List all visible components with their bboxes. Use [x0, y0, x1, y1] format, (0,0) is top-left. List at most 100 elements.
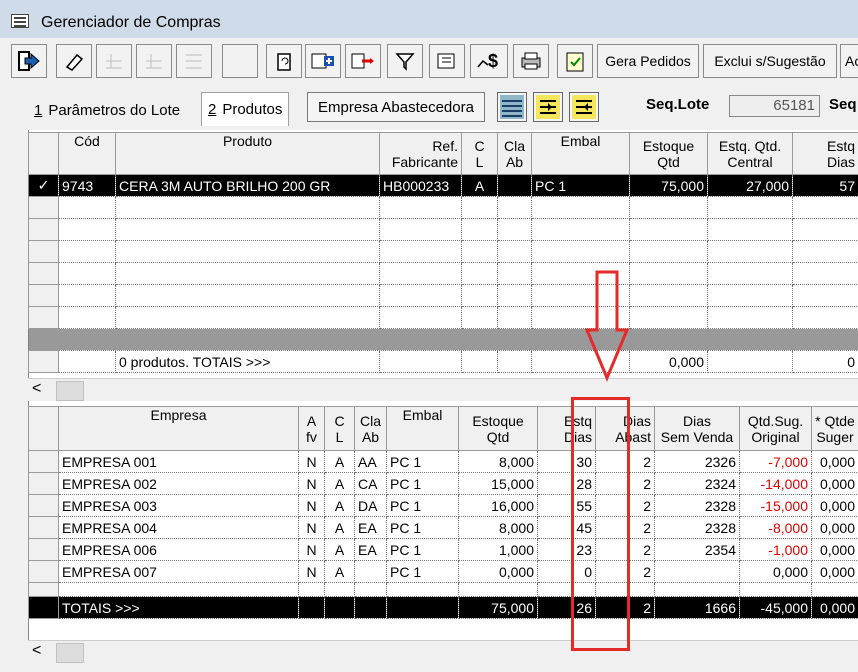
- cell-cla-ab[interactable]: DA: [354, 494, 387, 517]
- company-row[interactable]: EMPRESA 002 N A CA PC 1 15,000 28 2 2324…: [28, 472, 858, 495]
- cell-embal[interactable]: PC 1: [386, 538, 459, 561]
- add-button[interactable]: [305, 44, 341, 78]
- cell-empresa[interactable]: EMPRESA 006: [58, 538, 299, 561]
- cell-empresa[interactable]: EMPRESA 007: [58, 560, 299, 583]
- cell-estoque[interactable]: 1,000: [458, 538, 538, 561]
- cell-dias-sem-venda[interactable]: 2326: [654, 450, 740, 473]
- tab-produtos[interactable]: 2 Produtos: [201, 92, 290, 126]
- cell-empresa[interactable]: EMPRESA 001: [58, 450, 299, 473]
- partial-row[interactable]: [28, 582, 858, 597]
- cell-qtd-sug[interactable]: 0,000: [739, 560, 812, 583]
- money-button[interactable]: $: [470, 44, 508, 78]
- empty-row[interactable]: [28, 306, 858, 329]
- company-row[interactable]: EMPRESA 001 N A AA PC 1 8,000 30 2 2326 …: [28, 450, 858, 473]
- col-cla-ab[interactable]: Cla Ab: [354, 406, 387, 451]
- refresh-button[interactable]: [266, 44, 302, 78]
- col-empresa[interactable]: Empresa: [58, 406, 299, 451]
- cell-cla-ab[interactable]: [497, 174, 532, 197]
- cell-ref[interactable]: HB000233: [379, 174, 462, 197]
- clear-button[interactable]: [56, 44, 92, 78]
- empresa-abastecedora-button[interactable]: Empresa Abastecedora: [307, 92, 485, 122]
- company-row[interactable]: EMPRESA 004 N A EA PC 1 8,000 45 2 2328 …: [28, 516, 858, 539]
- cell-dias-sem-venda[interactable]: 2328: [654, 516, 740, 539]
- cell-cl[interactable]: A: [324, 450, 355, 473]
- cell-estoque[interactable]: 75,000: [629, 174, 708, 197]
- cell-afv[interactable]: N: [298, 538, 325, 561]
- col-estoque-qtd[interactable]: Estoque Qtd: [458, 406, 538, 451]
- cell-qtd-sug[interactable]: -14,000: [739, 472, 812, 495]
- col-qtde-suger[interactable]: * Qtde Suger: [811, 406, 858, 451]
- more-button[interactable]: Ac: [840, 44, 858, 78]
- cell-qtd-sug[interactable]: -15,000: [739, 494, 812, 517]
- cell-estoque[interactable]: 15,000: [458, 472, 538, 495]
- cell-embal[interactable]: PC 1: [386, 494, 459, 517]
- cell-cl[interactable]: A: [324, 494, 355, 517]
- disabled-button-3[interactable]: [176, 44, 212, 78]
- bottom-horizontal-scrollbar[interactable]: <: [28, 640, 858, 663]
- cell-cl[interactable]: A: [324, 538, 355, 561]
- cell-qtd-sug[interactable]: -1,000: [739, 538, 812, 561]
- cell-embal[interactable]: PC 1: [386, 516, 459, 539]
- expand-button[interactable]: [533, 92, 563, 122]
- cell-qtde-suger[interactable]: 0,000: [811, 516, 858, 539]
- cell-embal[interactable]: PC 1: [386, 560, 459, 583]
- cell-embal[interactable]: PC 1: [386, 472, 459, 495]
- col-afv[interactable]: A fv: [298, 406, 325, 451]
- col-estq-dias[interactable]: Estq Dias: [792, 132, 858, 175]
- cell-qtde-suger[interactable]: 0,000: [811, 450, 858, 473]
- cell-qtd-sug[interactable]: -7,000: [739, 450, 812, 473]
- cell-cl[interactable]: A: [324, 560, 355, 583]
- cell-estoque[interactable]: 16,000: [458, 494, 538, 517]
- empty-row[interactable]: [28, 240, 858, 263]
- scroll-left-icon[interactable]: <: [32, 380, 41, 398]
- company-row[interactable]: EMPRESA 007 N A PC 1 0,000 0 2 0,000 0,0…: [28, 560, 858, 583]
- tab-parametros-lote[interactable]: 1 Parâmetros do Lote: [28, 96, 186, 124]
- collapse-button[interactable]: [569, 92, 599, 122]
- cell-afv[interactable]: N: [298, 472, 325, 495]
- empty-row[interactable]: [28, 262, 858, 285]
- scroll-thumb[interactable]: [56, 381, 84, 401]
- empty-row[interactable]: [28, 218, 858, 241]
- col-ref-fabricante[interactable]: Ref. Fabricante: [379, 132, 462, 175]
- col-embal[interactable]: Embal: [531, 132, 630, 175]
- col-cl[interactable]: C L: [324, 406, 355, 451]
- checklist-button[interactable]: [557, 44, 593, 78]
- col-estoque-qtd[interactable]: Estoque Qtd: [629, 132, 708, 175]
- col-embal[interactable]: Embal: [386, 406, 459, 451]
- cell-cla-ab[interactable]: EA: [354, 538, 387, 561]
- col-produto[interactable]: Produto: [115, 132, 380, 175]
- scroll-thumb[interactable]: [56, 643, 84, 663]
- company-row[interactable]: EMPRESA 006 N A EA PC 1 1,000 23 2 2354 …: [28, 538, 858, 561]
- disabled-button-1[interactable]: [96, 44, 132, 78]
- cell-cla-ab[interactable]: CA: [354, 472, 387, 495]
- cell-qtd-sug[interactable]: -8,000: [739, 516, 812, 539]
- blank-button[interactable]: [222, 44, 258, 78]
- cell-qtde-suger[interactable]: 0,000: [811, 472, 858, 495]
- cell-cod[interactable]: 9743: [58, 174, 116, 197]
- col-dias-sem-venda[interactable]: Dias Sem Venda: [654, 406, 740, 451]
- empty-row[interactable]: [28, 284, 858, 307]
- cell-cl[interactable]: A: [324, 472, 355, 495]
- cell-cl[interactable]: A: [461, 174, 498, 197]
- exclui-sugestao-button[interactable]: Exclui s/Sugestão: [703, 44, 837, 78]
- cell-estoque[interactable]: 8,000: [458, 516, 538, 539]
- cell-cl[interactable]: A: [324, 516, 355, 539]
- cell-afv[interactable]: N: [298, 560, 325, 583]
- cell-cla-ab[interactable]: [354, 560, 387, 583]
- company-row[interactable]: EMPRESA 003 N A DA PC 1 16,000 55 2 2328…: [28, 494, 858, 517]
- cell-estoque[interactable]: 0,000: [458, 560, 538, 583]
- cell-afv[interactable]: N: [298, 516, 325, 539]
- cell-produto[interactable]: CERA 3M AUTO BRILHO 200 GR: [115, 174, 380, 197]
- cell-qtde-suger[interactable]: 0,000: [811, 560, 858, 583]
- cell-cla-ab[interactable]: EA: [354, 516, 387, 539]
- grid-view-button[interactable]: [497, 92, 527, 122]
- cell-empresa[interactable]: EMPRESA 002: [58, 472, 299, 495]
- col-cod[interactable]: Cód: [58, 132, 116, 175]
- cell-dias-sem-venda[interactable]: 2328: [654, 494, 740, 517]
- col-qtd-sug-original[interactable]: Qtd.Sug. Original: [739, 406, 812, 451]
- cell-dias-sem-venda[interactable]: 2354: [654, 538, 740, 561]
- edit-button[interactable]: [429, 44, 465, 78]
- top-horizontal-scrollbar[interactable]: <: [28, 378, 858, 401]
- col-estq-qtd-central[interactable]: Estq. Qtd. Central: [707, 132, 793, 175]
- cell-dias-sem-venda[interactable]: 2324: [654, 472, 740, 495]
